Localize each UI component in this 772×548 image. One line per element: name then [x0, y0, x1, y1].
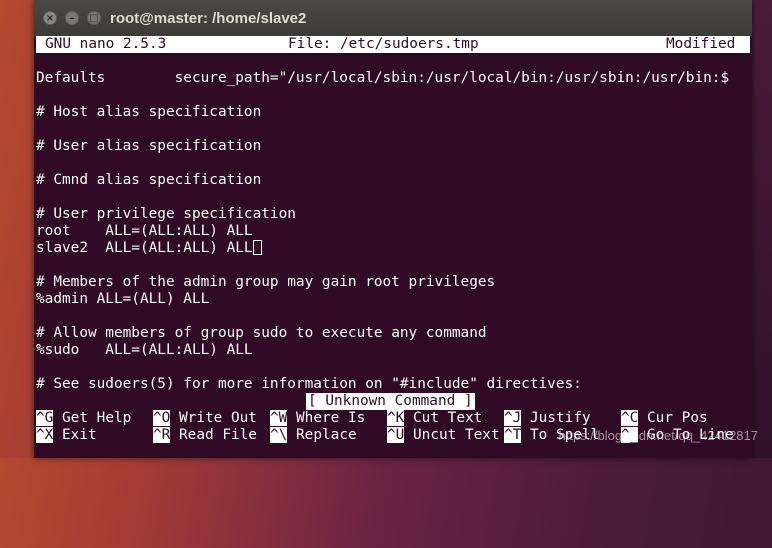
shortcut-key: ^\	[270, 427, 288, 443]
shortcut-write-out[interactable]: ^O Write Out	[153, 410, 257, 427]
shortcut-key: ^W	[270, 410, 288, 426]
shortcut-key: ^O	[153, 410, 171, 426]
editor-line[interactable]: # User privilege specification	[36, 206, 296, 223]
editor-line[interactable]: # User alias specification	[36, 138, 261, 155]
shortcut-label: Read File	[179, 427, 257, 443]
shortcut-label: Write Out	[179, 410, 257, 426]
text-cursor	[252, 240, 262, 255]
minimize-window-button[interactable]: –	[65, 11, 79, 25]
editor-line-text: slave2 ALL=(ALL:ALL) ALL	[36, 240, 253, 256]
shortcut-label: Get Help	[62, 410, 132, 426]
shortcut-label: Cur Pos	[647, 410, 708, 426]
shortcut-replace[interactable]: ^\ Replace	[270, 427, 357, 444]
nano-header-bar: GNU nano 2.5.3 File: /etc/sudoers.tmp Mo…	[36, 36, 750, 53]
desktop-background	[752, 0, 772, 458]
shortcut-key: ^G	[36, 410, 54, 426]
shortcut-key: ^T	[504, 427, 522, 443]
editor-line-current[interactable]: slave2 ALL=(ALL:ALL) ALL	[36, 240, 262, 257]
shortcut-key: ^U	[387, 427, 405, 443]
shortcut-key: ^R	[153, 427, 171, 443]
shortcut-where-is[interactable]: ^W Where Is	[270, 410, 365, 427]
terminal-content[interactable]: GNU nano 2.5.3 File: /etc/sudoers.tmp Mo…	[34, 36, 752, 458]
shortcut-cur-pos[interactable]: ^C Cur Pos	[621, 410, 708, 427]
shortcut-label: Replace	[296, 427, 357, 443]
shortcut-get-help[interactable]: ^G Get Help	[36, 410, 131, 427]
shortcut-justify[interactable]: ^J Justify	[504, 410, 591, 427]
close-window-button[interactable]: ×	[43, 11, 57, 25]
shortcut-exit[interactable]: ^X Exit	[36, 427, 97, 444]
nano-version: GNU nano 2.5.3	[45, 36, 167, 52]
shortcut-label: Cut Text	[413, 410, 483, 426]
shortcut-read-file[interactable]: ^R Read File	[153, 427, 257, 444]
shortcut-key: ^C	[621, 410, 639, 426]
shortcut-label: Justify	[530, 410, 591, 426]
watermark-text: https://blog.csdn.net/qq_42412817	[558, 428, 759, 443]
window-title: root@master: /home/slave2	[110, 10, 307, 27]
editor-line[interactable]: %sudo ALL=(ALL:ALL) ALL	[36, 342, 253, 359]
editor-line[interactable]: %admin ALL=(ALL) ALL	[36, 291, 209, 308]
shortcut-key: ^J	[504, 410, 522, 426]
shortcut-label: Uncut Text	[413, 427, 500, 443]
editor-line[interactable]: # Cmnd alias specification	[36, 172, 261, 189]
shortcut-label: Exit	[62, 427, 97, 443]
editor-line[interactable]: # Members of the admin group may gain ro…	[36, 274, 495, 291]
editor-line[interactable]: Defaults secure_path="/usr/local/sbin:/u…	[36, 70, 729, 87]
shortcut-uncut-text[interactable]: ^U Uncut Text	[387, 427, 500, 444]
nano-file-name: File: /etc/sudoers.tmp	[288, 36, 479, 52]
editor-line[interactable]: # See sudoers(5) for more information on…	[36, 376, 582, 393]
shortcut-key: ^X	[36, 427, 54, 443]
editor-line[interactable]: # Allow members of group sudo to execute…	[36, 325, 487, 342]
editor-line[interactable]: # Host alias specification	[36, 104, 261, 121]
terminal-window: × – □ root@master: /home/slave2 GNU nano…	[34, 0, 752, 458]
maximize-window-button[interactable]: □	[87, 11, 101, 25]
status-message: [ Unknown Command ]	[306, 393, 475, 410]
shortcut-key: ^K	[387, 410, 405, 426]
shortcut-cut-text[interactable]: ^K Cut Text	[387, 410, 482, 427]
editor-line[interactable]: root ALL=(ALL:ALL) ALL	[36, 223, 253, 240]
window-titlebar[interactable]: × – □ root@master: /home/slave2	[34, 0, 752, 37]
shortcut-label: Where Is	[296, 410, 366, 426]
nano-modified-status: Modified	[666, 36, 736, 52]
